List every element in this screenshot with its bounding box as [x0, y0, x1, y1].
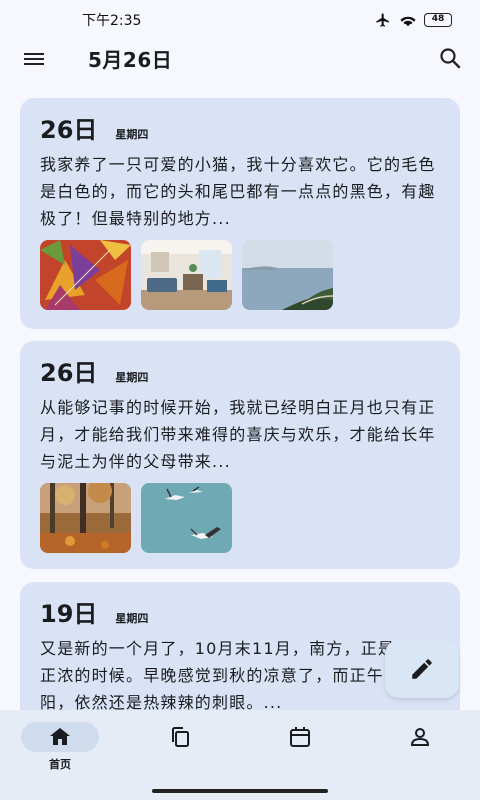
- wifi-icon: [400, 16, 416, 27]
- search-icon[interactable]: [438, 46, 462, 70]
- status-icons: 48: [374, 12, 452, 28]
- edit-icon: [412, 659, 432, 679]
- status-time: 下午2:35: [82, 13, 142, 29]
- entry-day: 26日: [40, 116, 98, 144]
- battery-level: 48: [431, 14, 445, 24]
- nav-profile[interactable]: [380, 722, 460, 782]
- bottom-nav: 首页: [0, 710, 480, 800]
- entry-weekday: 星期四: [115, 371, 149, 384]
- nav-calendar[interactable]: [260, 722, 340, 782]
- living-room-photo[interactable]: [141, 240, 232, 310]
- entry-text: 从能够记事的时候开始，我就已经明白正月也只有正月，才能给我们带来难得的喜庆与欢乐…: [40, 398, 436, 471]
- diary-feed[interactable]: 26日 星期四 我家养了一只可爱的小猫，我十分喜欢它。它的毛色是白色的，而它的头…: [0, 98, 480, 710]
- diary-entry-card[interactable]: 26日 星期四 我家养了一只可爱的小猫，我十分喜欢它。它的毛色是白色的，而它的头…: [20, 98, 460, 329]
- entry-text: 我家养了一只可爱的小猫，我十分喜欢它。它的毛色是白色的，而它的头和尾巴都有一点点…: [40, 155, 436, 228]
- seagulls-photo[interactable]: [141, 483, 232, 553]
- autumn-forest-photo[interactable]: [40, 483, 131, 553]
- copy-icon: [172, 727, 189, 747]
- nav-copy[interactable]: [140, 722, 220, 782]
- calendar-icon: [290, 727, 310, 747]
- sea-coast-photo[interactable]: [242, 240, 333, 310]
- status-bar: 下午2:35 48: [0, 0, 480, 40]
- nav-home[interactable]: 首页: [20, 722, 100, 782]
- autumn-leaves-photo[interactable]: [40, 240, 131, 310]
- gesture-bar[interactable]: [152, 789, 328, 793]
- menu-icon[interactable]: [22, 47, 46, 71]
- entry-weekday: 星期四: [115, 128, 149, 141]
- diary-entry-card[interactable]: 26日 星期四 从能够记事的时候开始，我就已经明白正月也只有正月，才能给我们带来…: [20, 341, 460, 569]
- airplane-icon: [376, 13, 389, 27]
- entry-text: 又是新的一个月了，10月末11月，南方，正是秋意正浓的时候。早晚感觉到秋的凉意了…: [40, 639, 430, 710]
- battery-icon: 48: [424, 13, 452, 27]
- home-icon: [50, 728, 70, 745]
- person-icon: [410, 728, 430, 746]
- page-title: 5月26日: [88, 48, 173, 72]
- nav-home-label: 首页: [49, 758, 71, 771]
- entry-weekday: 星期四: [115, 612, 149, 625]
- write-entry-button[interactable]: [385, 640, 459, 698]
- app-bar: 5月26日: [0, 40, 480, 76]
- entry-day: 26日: [40, 359, 98, 387]
- entry-day: 19日: [40, 600, 98, 628]
